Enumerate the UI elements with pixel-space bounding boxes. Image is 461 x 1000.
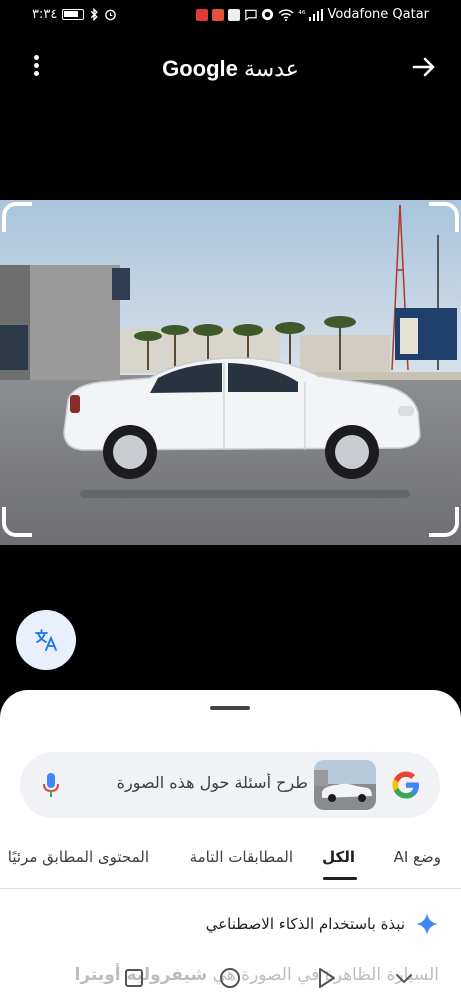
results-tabs: وضع AI الكل المطابقات التامة المحتوى الم… — [0, 836, 461, 886]
tab-exact-matches[interactable]: المطابقات التامة — [190, 848, 293, 866]
search-thumbnail[interactable] — [314, 760, 376, 810]
crop-handle-bottom-right[interactable] — [429, 507, 459, 537]
notification-app-icon — [212, 8, 225, 21]
tabs-divider — [0, 888, 461, 889]
status-left: ٣:٣٤ — [32, 7, 117, 22]
crop-handle-bottom-left[interactable] — [2, 507, 32, 537]
crop-handle-top-right[interactable] — [429, 202, 459, 232]
wifi-icon — [278, 8, 294, 21]
page-title: Google عدسة — [0, 56, 461, 82]
ai-overview-title: نبذة باستخدام الذكاء الاصطناعي — [205, 915, 405, 933]
translate-icon — [35, 629, 57, 651]
chat-icon — [245, 9, 257, 21]
status-right: ⁴⁶ Vodafone Qatar — [196, 7, 429, 22]
search-input[interactable]: طرح أسئلة حول هذه الصورة — [90, 773, 308, 792]
notification-app-icon — [196, 8, 209, 21]
title-suffix: عدسة — [244, 56, 299, 81]
search-bar[interactable]: طرح أسئلة حول هذه الصورة — [20, 752, 440, 818]
mic-icon[interactable] — [42, 771, 60, 799]
status-bar: ٣:٣٤ ⁴⁶ Vodafone Qatar — [0, 0, 461, 32]
chevron-down-icon[interactable] — [392, 966, 416, 990]
crop-handle-top-left[interactable] — [2, 202, 32, 232]
notification-app-icon — [228, 8, 241, 21]
alarm-icon — [105, 9, 117, 21]
back-icon[interactable] — [314, 966, 338, 990]
bluetooth-icon — [91, 8, 99, 21]
car-photo — [0, 200, 461, 545]
network-type: ⁴⁶ — [298, 9, 306, 20]
home-icon[interactable] — [218, 966, 242, 990]
search-image[interactable] — [0, 200, 461, 545]
drag-handle[interactable] — [210, 706, 250, 710]
whatsapp-icon — [262, 8, 274, 21]
google-g-icon[interactable] — [390, 769, 422, 801]
results-sheet: طرح أسئلة حول هذه الصورة وضع AI الكل الم… — [0, 690, 461, 1000]
translate-button[interactable] — [16, 610, 76, 670]
carrier-name: Vodafone Qatar — [327, 7, 429, 22]
signal-icon — [309, 8, 324, 21]
title-brand: Google — [162, 56, 238, 81]
recents-icon[interactable] — [122, 966, 146, 990]
sparkle-icon — [416, 913, 438, 935]
ai-overview-header[interactable]: نبذة باستخدام الذكاء الاصطناعي — [206, 912, 439, 936]
active-tab-indicator — [323, 877, 357, 880]
system-nav-bar — [0, 958, 461, 1000]
battery-icon — [62, 9, 85, 20]
tab-ai-mode[interactable]: وضع AI — [394, 848, 441, 866]
tab-visual-matches[interactable]: المحتوى المطابق مرئيًا — [8, 848, 149, 866]
tab-all[interactable]: الكل — [322, 848, 355, 866]
status-time: ٣:٣٤ — [32, 7, 58, 22]
arrow-forward-icon[interactable] — [411, 54, 437, 80]
